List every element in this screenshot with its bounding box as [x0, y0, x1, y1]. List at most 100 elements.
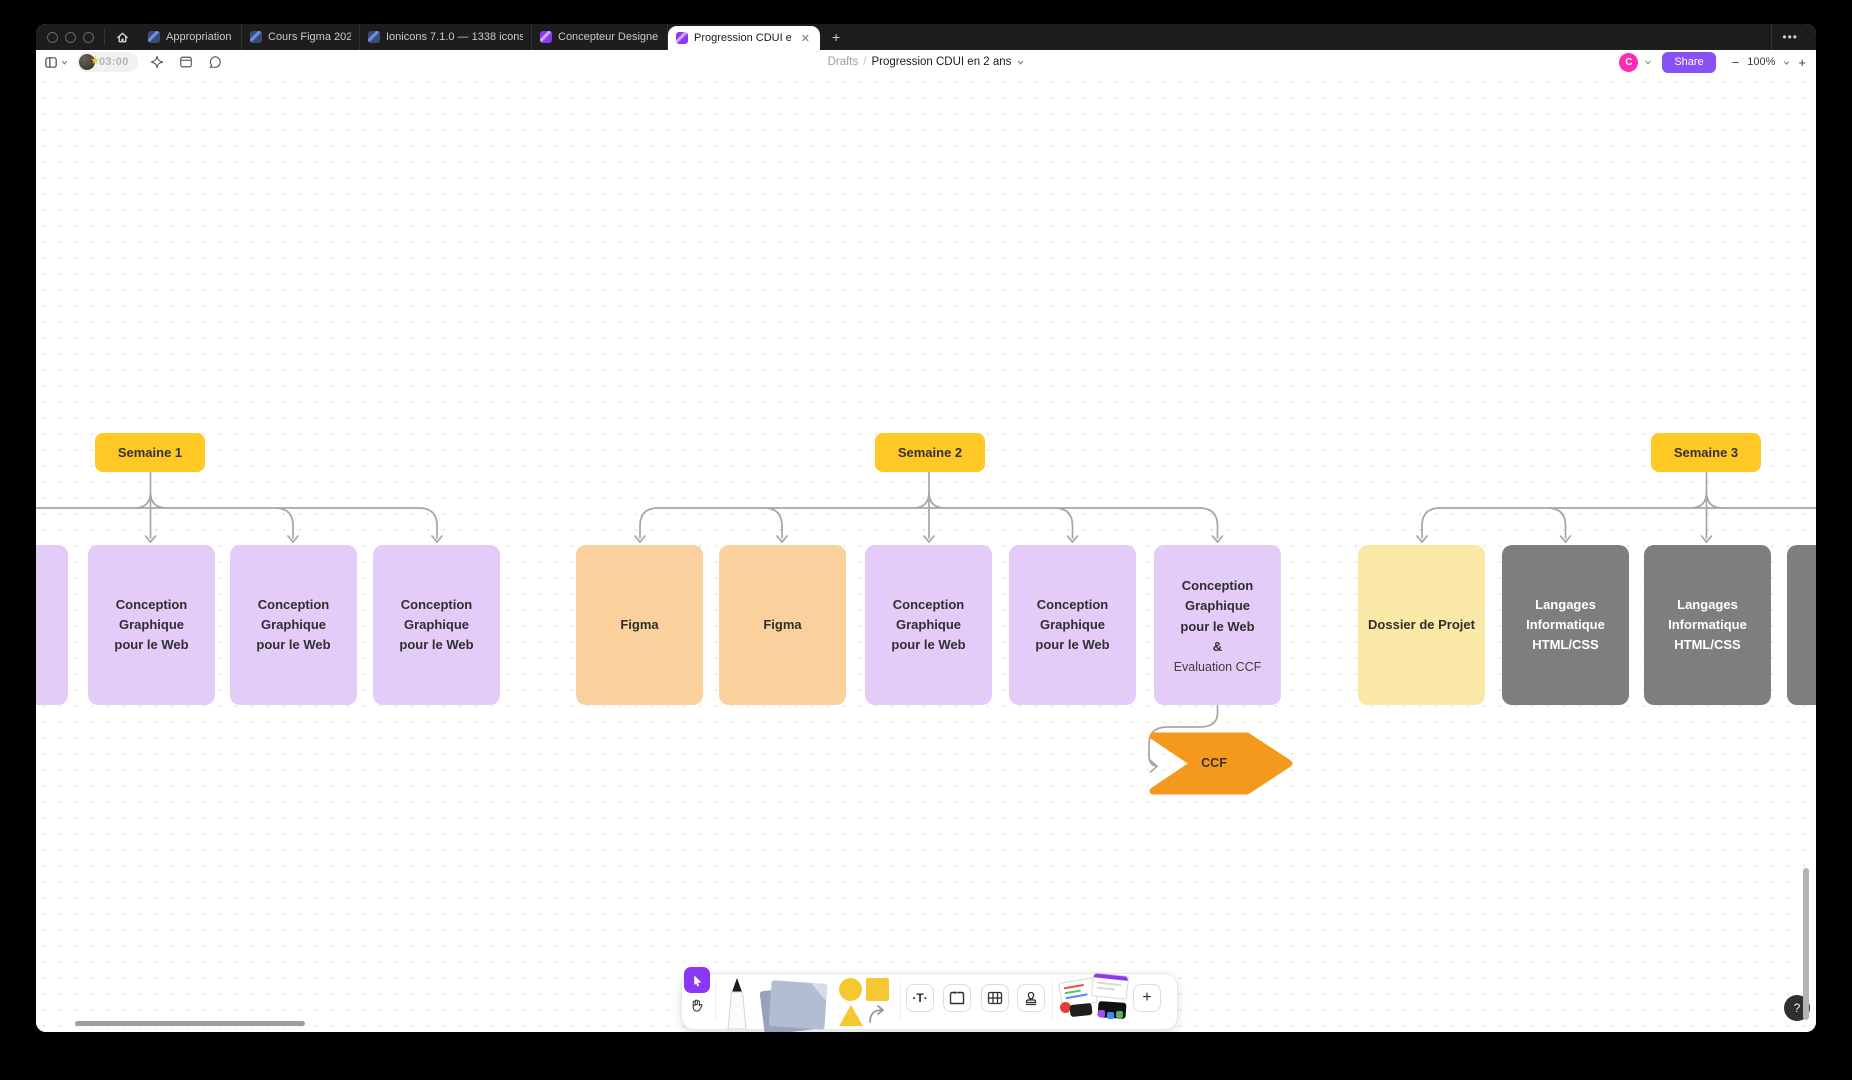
- timer-value: 03:00: [99, 56, 129, 68]
- course-box-clipped-left[interactable]: [36, 545, 68, 705]
- week-header-3[interactable]: Semaine 3: [1651, 433, 1761, 472]
- window-controls[interactable]: [36, 24, 104, 50]
- course-box[interactable]: Conception Graphique pour le Web: [373, 545, 500, 705]
- zoom-in-button[interactable]: +: [1798, 55, 1806, 70]
- shape-tool-triangle[interactable]: [839, 1005, 863, 1026]
- select-tool[interactable]: [684, 967, 710, 993]
- chevron-down-icon[interactable]: [1016, 58, 1024, 66]
- tab-label: Cours Figma 2023: [268, 31, 351, 43]
- week-header-1[interactable]: Semaine 1: [95, 433, 205, 472]
- tab-cours-figma[interactable]: Cours Figma 2023: [242, 24, 360, 50]
- figma-file-icon: [250, 31, 262, 43]
- browser-window: Appropriation Cours Figma 2023 Ionicons …: [36, 24, 1816, 1032]
- course-box-figma[interactable]: Figma: [719, 545, 846, 705]
- sticky-front: [768, 980, 827, 1030]
- tab-concepteur[interactable]: Concepteur Designer UI: [532, 24, 668, 50]
- shape-tool-square[interactable]: [866, 978, 889, 1001]
- close-window-icon[interactable]: [47, 32, 58, 43]
- more-tools-button[interactable]: +: [1133, 984, 1161, 1012]
- sparkle-icon: [150, 55, 164, 69]
- course-box-clipped-right[interactable]: [1787, 545, 1816, 705]
- horizontal-scrollbar[interactable]: [75, 1021, 305, 1026]
- figma-file-icon: [540, 31, 552, 43]
- template-thumbnail: [1091, 972, 1129, 1000]
- tab-ionicons[interactable]: Ionicons 7.1.0 — 1338 icons pack (C: [360, 24, 532, 50]
- marker-tool[interactable]: [724, 977, 750, 1029]
- file-title[interactable]: Progression CDUI en 2 ans: [871, 56, 1011, 68]
- figma-file-icon: [148, 31, 160, 43]
- marker-icon: [724, 977, 750, 1029]
- course-box-dossier[interactable]: Dossier de Projet: [1358, 545, 1485, 705]
- hand-icon: [689, 998, 704, 1013]
- comments-button[interactable]: [205, 52, 225, 72]
- connector-tree-1: [36, 472, 437, 538]
- tab-label: Appropriation: [166, 31, 231, 43]
- camera-sticker: [1069, 1003, 1092, 1017]
- shape-tool-circle[interactable]: [839, 978, 862, 1001]
- cursor-arrow-icon: [691, 974, 704, 987]
- layout-menu-icon: [44, 55, 59, 70]
- curved-arrow-icon: [868, 1004, 892, 1026]
- table-icon: [987, 991, 1003, 1005]
- zoom-level[interactable]: 100%: [1747, 56, 1775, 68]
- ai-actions-button[interactable]: [147, 52, 167, 72]
- course-box[interactable]: Conception Graphique pour le Web: [88, 545, 215, 705]
- templates-button[interactable]: [176, 52, 196, 72]
- figjam-canvas[interactable]: Semaine 1 Semaine 2 Semaine 3 Conception…: [36, 74, 1816, 1032]
- divider: [900, 982, 901, 1021]
- figjam-bottom-toolbar: ·T·: [681, 973, 1178, 1030]
- course-box[interactable]: Conception Graphique pour le Web: [230, 545, 357, 705]
- blue-chip: [1107, 1012, 1114, 1019]
- zoom-out-button[interactable]: −: [1732, 55, 1740, 70]
- connector-tree-3: [1422, 472, 1816, 538]
- stamp-icon: [1024, 991, 1038, 1006]
- course-box[interactable]: Langages Informatique HTML/CSS: [1502, 545, 1629, 705]
- vertical-scrollbar[interactable]: [1803, 868, 1809, 1020]
- breadcrumb-folder[interactable]: Drafts: [828, 56, 859, 68]
- new-tab-button[interactable]: +: [820, 24, 852, 50]
- home-icon: [116, 31, 129, 44]
- tab-appropriation[interactable]: Appropriation: [140, 24, 242, 50]
- close-tab-icon[interactable]: ✕: [799, 32, 812, 45]
- divider: [715, 982, 716, 1021]
- tab-progression-active[interactable]: Progression CDUI en 2 ans ✕: [668, 26, 820, 50]
- timer-chip[interactable]: ★ 03:00: [77, 52, 138, 72]
- star-icon: ★: [90, 56, 100, 67]
- avatar: ★: [79, 54, 95, 70]
- ccf-callout-label[interactable]: CCF: [1188, 756, 1240, 770]
- share-button[interactable]: Share: [1662, 52, 1715, 73]
- templates-button[interactable]: [1058, 974, 1130, 1022]
- course-box[interactable]: Conception Graphique pour le Web: [1009, 545, 1136, 705]
- arrowheads-tree-3: [1417, 536, 1712, 542]
- figma-toolbar: ★ 03:00 Drafts: [36, 50, 1816, 74]
- table-tool[interactable]: [981, 984, 1009, 1012]
- course-box[interactable]: Conception Graphique pour le Web: [865, 545, 992, 705]
- divider: [1052, 982, 1053, 1021]
- breadcrumb: Drafts / Progression CDUI en 2 ans: [828, 50, 1025, 74]
- hand-tool[interactable]: [689, 998, 705, 1014]
- home-button[interactable]: [105, 24, 140, 50]
- figma-file-icon: [368, 31, 380, 43]
- course-box[interactable]: Langages Informatique HTML/CSS: [1644, 545, 1771, 705]
- breadcrumb-separator: /: [863, 56, 866, 68]
- sticky-note-tool[interactable]: [756, 980, 832, 1030]
- template-icon: [179, 55, 193, 69]
- green-chip: [1116, 1011, 1123, 1018]
- chevron-down-icon[interactable]: [1644, 58, 1652, 66]
- tab-label: Ionicons 7.1.0 — 1338 icons pack (C: [386, 31, 523, 43]
- main-menu-button[interactable]: [44, 55, 68, 70]
- maximize-window-icon[interactable]: [83, 32, 94, 43]
- current-user-avatar[interactable]: C: [1619, 53, 1638, 72]
- chevron-down-icon[interactable]: [1783, 59, 1790, 66]
- course-box-figma[interactable]: Figma: [576, 545, 703, 705]
- minimize-window-icon[interactable]: [65, 32, 76, 43]
- course-box-evaluation[interactable]: Conception Graphique pour le Web & Evalu…: [1154, 545, 1281, 705]
- browser-menu-button[interactable]: •••: [1771, 24, 1808, 50]
- section-tool[interactable]: [943, 984, 971, 1012]
- figma-file-icon: [676, 32, 688, 44]
- text-tool[interactable]: ·T·: [906, 984, 934, 1012]
- week-header-2[interactable]: Semaine 2: [875, 433, 985, 472]
- tab-label: Concepteur Designer UI: [558, 31, 659, 43]
- connector-tool[interactable]: [868, 1004, 892, 1026]
- stamp-tool[interactable]: [1017, 984, 1045, 1012]
